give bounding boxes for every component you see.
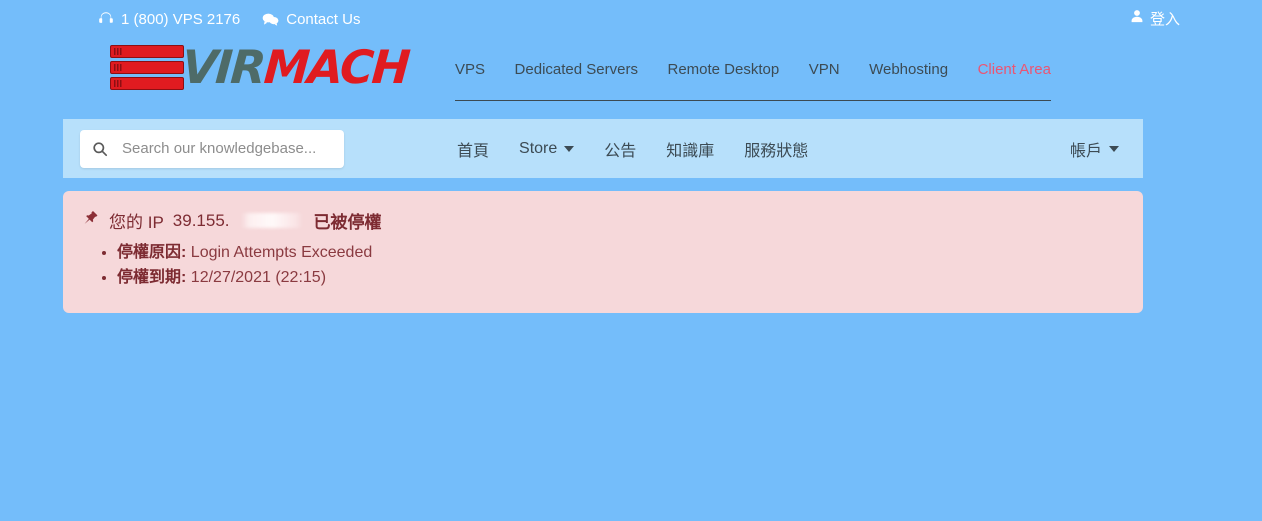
subnav-item-announcements-label: 公告 (604, 142, 637, 160)
site-header: VIRMACH VPS Dedicated Servers Remote Des… (0, 38, 1262, 108)
ban-reason-label: 停權原因: (117, 244, 187, 261)
subnav-item-home-label: 首頁 (457, 142, 490, 160)
primary-navigation: VPS Dedicated Servers Remote Desktop VPN… (455, 38, 1051, 101)
subnav-item-knowledgebase[interactable]: 知識庫 (666, 137, 714, 161)
subnav-item-store[interactable]: Store (519, 139, 575, 158)
virmach-logo[interactable]: VIRMACH (110, 40, 410, 94)
chevron-down-icon (564, 145, 575, 152)
ip-ban-alert: 您的 IP 39.155. 已被停權 停權原因: Login Attempts … (63, 191, 1143, 313)
top-utility-bar: 1 (800) VPS 2176 Contact Us 登入 (0, 0, 1262, 38)
top-contact-group: 1 (800) VPS 2176 Contact Us (98, 11, 360, 28)
nav-item-webhosting[interactable]: Webhosting (869, 61, 948, 78)
client-area-navbar: 首頁 Store 公告 知識庫 服務狀態 帳戶 (63, 119, 1143, 178)
list-item: 停權原因: Login Attempts Exceeded (117, 241, 1123, 266)
alert-title: 您的 IP 39.155. 已被停權 (83, 208, 1123, 233)
ban-reason-value: Login Attempts Exceeded (190, 244, 373, 261)
search-input[interactable] (120, 139, 329, 158)
comments-icon (262, 12, 279, 27)
redacted-ip-mask (240, 213, 303, 228)
ban-expiry-label: 停權到期: (117, 268, 187, 286)
contact-us-link[interactable]: Contact Us (262, 11, 360, 28)
user-icon (1130, 9, 1144, 28)
subnav-links: 首頁 Store 公告 知識庫 服務狀態 (457, 137, 808, 161)
search-icon (80, 141, 120, 157)
headset-icon (98, 11, 114, 27)
phone-link[interactable]: 1 (800) VPS 2176 (98, 11, 240, 28)
chevron-down-icon (1109, 145, 1119, 152)
subnav-item-knowledgebase-label: 知識庫 (666, 142, 715, 160)
nav-item-dedicated-servers[interactable]: Dedicated Servers (515, 61, 638, 78)
knowledgebase-search[interactable] (80, 129, 344, 168)
phone-label: 1 (800) VPS 2176 (121, 10, 241, 28)
account-menu-label: 帳戶 (1069, 142, 1102, 160)
server-rack-icon (110, 44, 184, 90)
nav-item-vpn[interactable]: VPN (809, 61, 840, 78)
alert-title-prefix: 您的 IP (109, 213, 164, 232)
account-menu[interactable]: 帳戶 (1070, 137, 1119, 161)
subnav-item-network-status[interactable]: 服務狀態 (744, 137, 808, 161)
subnav-item-store-label: Store (519, 139, 558, 157)
ban-expiry-value: 12/27/2021 (22:15) (190, 268, 327, 286)
login-link[interactable]: 登入 (1150, 8, 1180, 29)
logo-text-vir: VIR (180, 40, 267, 94)
login-group[interactable]: 登入 (1130, 8, 1180, 29)
thumbtack-icon (83, 210, 100, 232)
alert-detail-list: 停權原因: Login Attempts Exceeded 停權到期: 12/2… (83, 241, 1123, 291)
nav-item-remote-desktop[interactable]: Remote Desktop (667, 61, 779, 78)
logo-text-mach: MACH (262, 40, 411, 94)
subnav-item-home[interactable]: 首頁 (457, 137, 489, 161)
alert-ip-visible: 39.155. (172, 210, 230, 230)
subnav-item-announcements[interactable]: 公告 (604, 137, 636, 161)
contact-us-label: Contact Us (286, 10, 361, 28)
alert-title-suffix: 已被停權 (313, 213, 382, 232)
list-item: 停權到期: 12/27/2021 (22:15) (117, 266, 1123, 291)
subnav-item-network-status-label: 服務狀態 (744, 142, 809, 160)
nav-item-client-area[interactable]: Client Area (978, 61, 1051, 78)
nav-item-vps[interactable]: VPS (455, 61, 485, 78)
account-menu-trigger[interactable]: 帳戶 (1070, 137, 1119, 161)
